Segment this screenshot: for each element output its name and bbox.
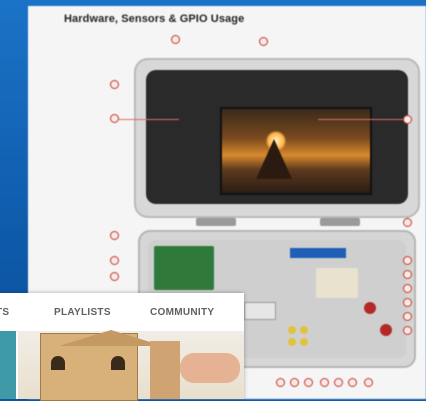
callout-marker (259, 37, 268, 46)
hinge (320, 218, 360, 226)
callout-marker (403, 256, 412, 265)
callout-marker (110, 231, 119, 240)
callout-marker (403, 326, 412, 335)
callout-marker (110, 272, 119, 281)
channel-tabs: TS PLAYLISTS COMMUNITY (0, 293, 244, 332)
callout-marker (110, 256, 119, 265)
callout-marker (364, 378, 373, 387)
video-thumbnail[interactable] (18, 330, 244, 401)
tab-community[interactable]: COMMUNITY (150, 307, 214, 318)
display-screen (220, 107, 372, 195)
callout-marker (110, 114, 119, 123)
hinge (196, 218, 236, 226)
sensor-knob (364, 302, 376, 314)
callout-marker (348, 378, 357, 387)
callout-marker (403, 270, 412, 279)
kit-lid (134, 58, 420, 218)
callout-marker (110, 80, 119, 89)
callout-marker (334, 378, 343, 387)
sensor-knob (380, 324, 392, 336)
callout-marker (304, 378, 313, 387)
module (244, 302, 276, 320)
tab-playlists[interactable]: PLAYLISTS (54, 307, 111, 318)
tab-shorts[interactable]: TS (0, 307, 9, 318)
breadboard (316, 268, 358, 298)
button-yellow (288, 326, 296, 334)
callout-marker (403, 218, 412, 227)
hand (180, 353, 240, 383)
callout-marker (171, 35, 180, 44)
wooden-house-kit (40, 330, 163, 401)
button-yellow (300, 326, 308, 334)
lcd-module (290, 248, 346, 258)
channel-overlay-window: TS PLAYLISTS COMMUNITY (0, 293, 244, 401)
button-yellow (288, 338, 296, 346)
callout-marker (403, 298, 412, 307)
document-title: Hardware, Sensors & GPIO Usage (64, 13, 245, 25)
callout-marker (276, 378, 285, 387)
callout-marker (403, 312, 412, 321)
callout-marker (403, 115, 412, 124)
raspberry-pi-board (154, 246, 214, 290)
button-yellow (300, 338, 308, 346)
video-thumbnail[interactable] (0, 331, 16, 399)
callout-marker (403, 284, 412, 293)
callout-marker (290, 378, 299, 387)
callout-marker (320, 378, 329, 387)
